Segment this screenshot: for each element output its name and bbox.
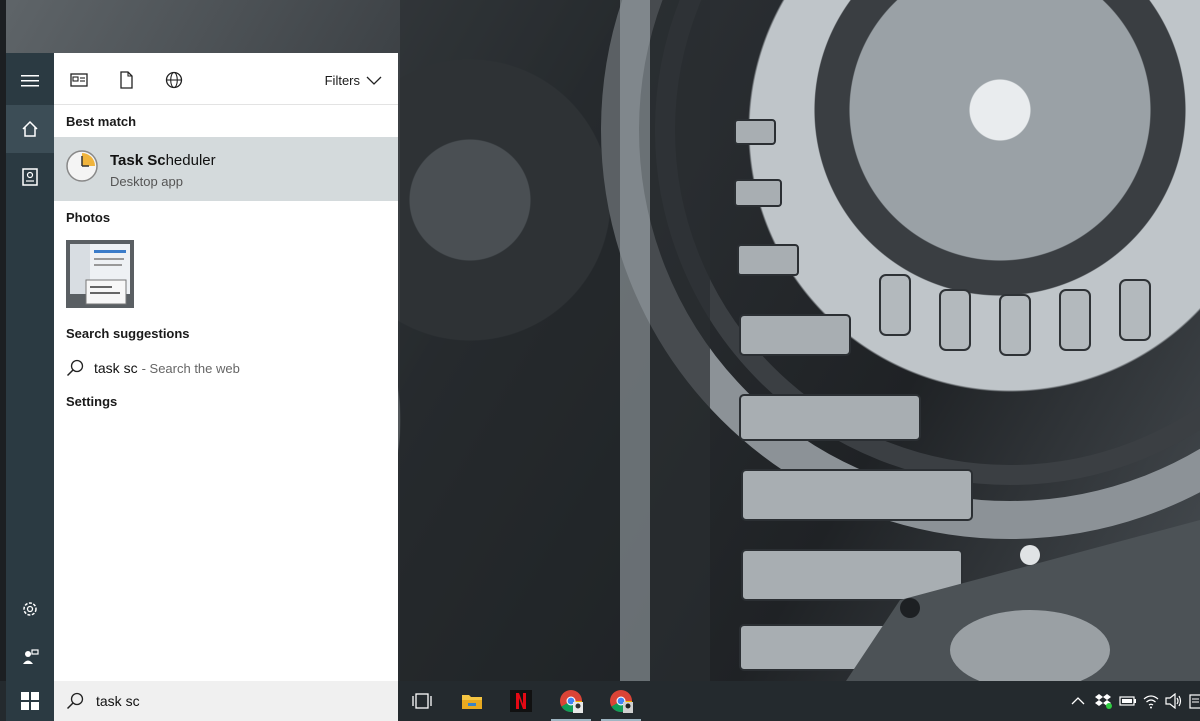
search-suggestions-heading: Search suggestions [66,326,190,341]
chevron-up-icon[interactable] [1071,696,1085,706]
chrome-button-1[interactable] [547,681,595,721]
app-name-match: Task Sc [110,152,166,169]
netflix-button[interactable] [497,681,545,721]
search-icon [66,692,84,710]
suggestion-suffix: - Search the web [141,360,240,376]
taskbar [0,681,1200,721]
chrome-button-2[interactable] [597,681,645,721]
settings-heading: Settings [66,394,118,409]
chrome-icon [560,690,583,713]
home-icon [22,120,38,137]
start-rail [6,53,54,681]
dropbox-icon[interactable] [1095,693,1113,709]
windows-logo-icon [21,692,39,710]
photo-thumbnail[interactable] [66,240,134,308]
web-search-suggestion[interactable]: task sc - Search the web [54,353,398,383]
hamburger-menu-button[interactable] [6,57,54,105]
suggestion-query: task sc [94,360,138,376]
volume-icon[interactable] [1165,693,1183,709]
screenshot-thumbnail-image [66,240,134,308]
best-match-heading: Best match [66,114,137,129]
app-name: Task Scheduler [110,152,216,169]
home-button[interactable] [6,105,54,153]
hamburger-icon [21,75,39,87]
chevron-down-icon [366,76,382,85]
search-icon [66,359,84,377]
app-type: Desktop app [110,174,183,189]
folder-icon [462,695,482,709]
documents-filter-icon[interactable] [117,71,135,89]
task-scheduler-clock-icon [66,150,98,182]
filters-dropdown[interactable]: Filters [325,73,382,88]
gear-icon [23,602,37,616]
feedback-icon [23,649,39,664]
app-name-rest: heduler [165,152,216,169]
file-explorer-button[interactable] [448,681,496,721]
settings-button[interactable] [6,585,54,633]
filters-label: Filters [324,73,360,88]
notebook-icon [22,168,38,186]
battery-icon[interactable] [1119,695,1137,707]
feedback-button[interactable] [6,633,54,681]
best-match-result[interactable]: Task Scheduler Desktop app [54,137,398,201]
keyboard-icon[interactable] [1189,694,1200,710]
task-view-icon [412,693,432,709]
apps-filter-icon[interactable] [70,71,88,89]
search-input[interactable] [94,692,378,710]
notebook-button[interactable] [6,153,54,201]
search-results-panel: Filters Best match Task Scheduler Deskto… [54,53,398,681]
task-view-button[interactable] [398,681,446,721]
wifi-icon[interactable] [1143,693,1159,709]
netflix-icon [510,690,532,712]
taskbar-search-box[interactable] [54,681,398,721]
chrome-icon [610,690,633,713]
photos-heading: Photos [66,210,111,225]
panel-toolbar: Filters [54,53,398,105]
start-button[interactable] [6,681,54,721]
web-filter-globe-icon[interactable] [165,71,183,89]
